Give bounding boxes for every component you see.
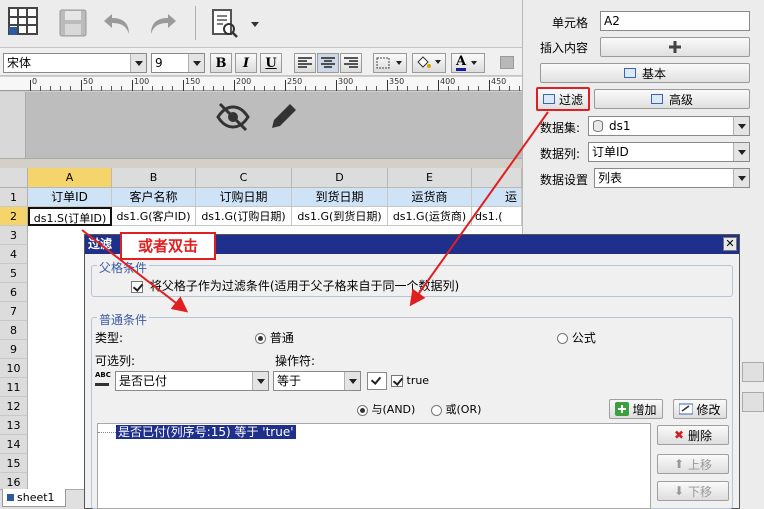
annotation-arrows (81, 111, 549, 313)
arrow-filter-to-dialog (409, 111, 549, 307)
arrow-cell-to-dialog (81, 229, 189, 313)
